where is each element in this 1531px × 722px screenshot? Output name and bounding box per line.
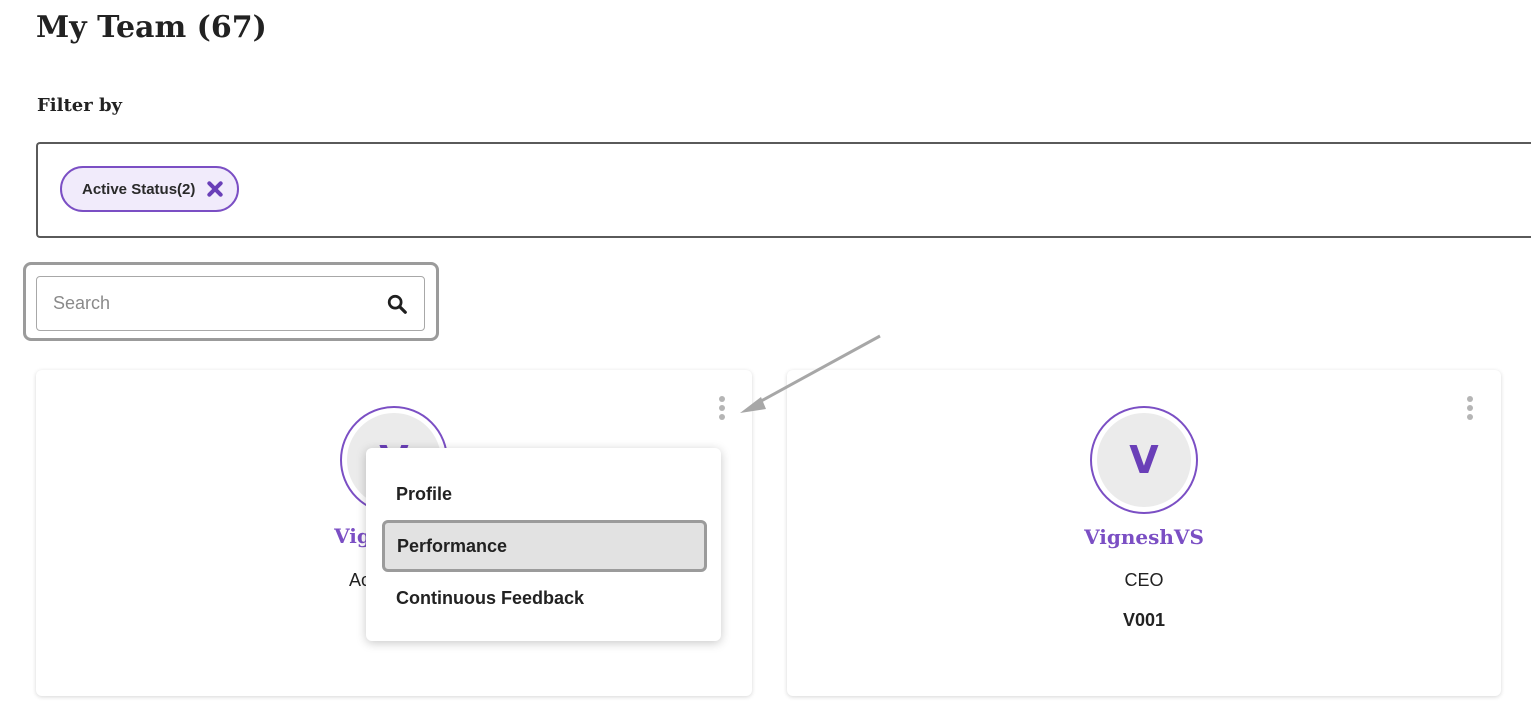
employee-name[interactable]: VigneshVS — [787, 525, 1501, 549]
filter-label: Filter by — [37, 95, 123, 116]
filter-box[interactable]: Active Status(2) — [36, 142, 1531, 238]
page-title: My Team (67) — [36, 10, 267, 45]
menu-item-profile[interactable]: Profile — [366, 468, 721, 520]
more-options-icon[interactable] — [1465, 396, 1475, 424]
search-box[interactable] — [36, 276, 425, 331]
avatar: V — [1090, 406, 1198, 514]
menu-item-performance[interactable]: Performance — [382, 520, 707, 572]
menu-item-continuous-feedback[interactable]: Continuous Feedback — [366, 572, 721, 624]
search-input[interactable] — [53, 293, 386, 314]
filter-chip-label: Active Status(2) — [82, 180, 196, 198]
employee-code: V001 — [1122, 610, 1166, 630]
avatar-initial: V — [1097, 413, 1191, 507]
close-icon[interactable] — [205, 179, 225, 199]
search-icon[interactable] — [386, 293, 408, 315]
employee-card[interactable]: V VigneshVS CEO V001 — [787, 370, 1501, 696]
employee-role: CEO — [1124, 570, 1164, 590]
context-menu: Profile Performance Continuous Feedback — [366, 448, 721, 641]
more-options-icon[interactable] — [717, 396, 727, 424]
filter-chip-active-status[interactable]: Active Status(2) — [60, 166, 240, 212]
